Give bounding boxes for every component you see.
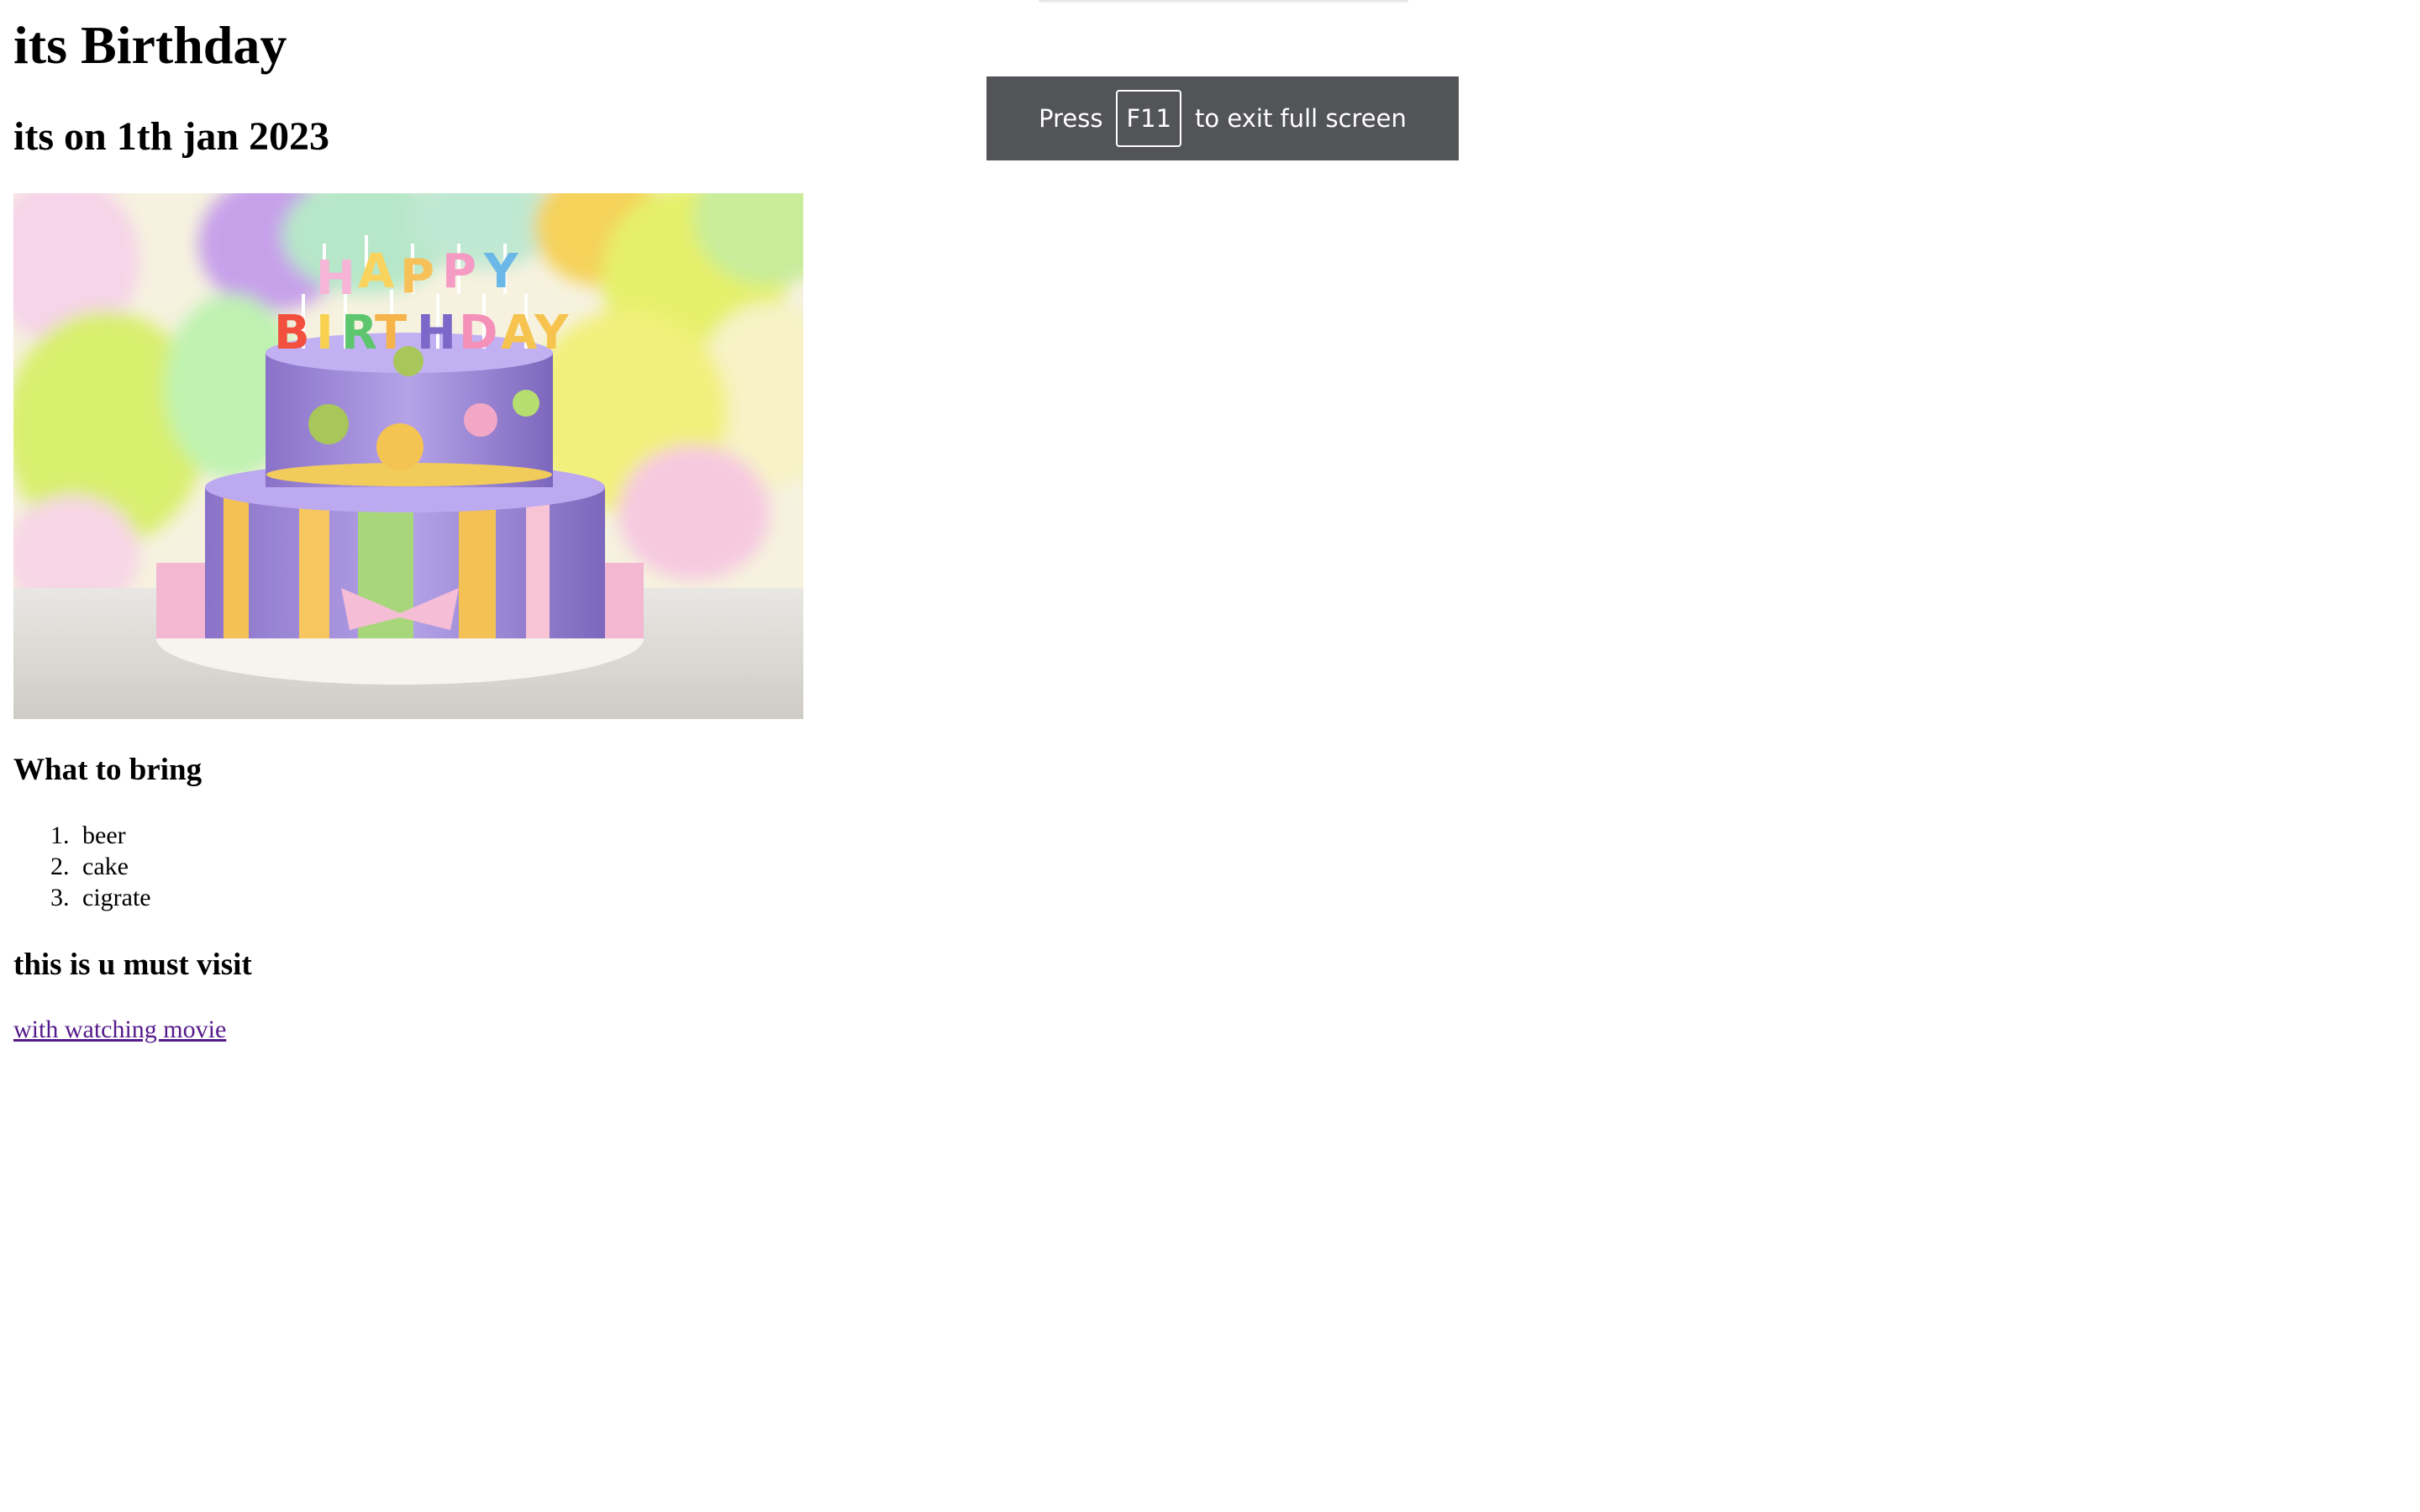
svg-text:Y: Y	[483, 244, 519, 299]
svg-text:A: A	[358, 244, 395, 299]
svg-text:Y: Y	[534, 306, 570, 360]
date-heading: its on 1th jan 2023	[13, 114, 330, 159]
fullscreen-exit-toast: Press F11 to exit full screen	[986, 76, 1459, 160]
fullscreen-bar-shadow	[1039, 0, 1408, 3]
svg-text:P: P	[400, 249, 434, 304]
svg-text:H: H	[417, 306, 456, 360]
visit-heading: this is u must visit	[13, 948, 252, 982]
f11-key-badge: F11	[1116, 90, 1182, 147]
list-item-label: cigrate	[82, 884, 151, 911]
toast-rest-text: to exit full screen	[1195, 104, 1407, 133]
list-item-number: 1.	[50, 822, 70, 849]
page: its Birthday its on 1th jan 2023 H A P P…	[0, 0, 2420, 1512]
list-item: 1. beer	[13, 820, 151, 851]
toast-press-text: Press	[1039, 104, 1103, 133]
bring-list: 1. beer 2. cake 3. cigrate	[13, 820, 151, 913]
svg-text:I: I	[316, 306, 334, 360]
svg-text:R: R	[341, 306, 377, 360]
svg-text:B: B	[274, 306, 310, 360]
list-item-label: beer	[82, 822, 126, 849]
list-item: 3. cigrate	[13, 882, 151, 913]
birthday-cake-image: H A P P Y B I R T H D A Y	[13, 193, 803, 719]
svg-text:A: A	[501, 306, 538, 360]
svg-text:P: P	[442, 244, 476, 299]
list-item: 2. cake	[13, 851, 151, 882]
svg-text:D: D	[459, 306, 497, 360]
page-title: its Birthday	[13, 15, 287, 75]
list-item-number: 2.	[50, 853, 70, 880]
svg-text:T: T	[375, 306, 407, 360]
list-item-label: cake	[82, 853, 129, 880]
svg-text:H: H	[316, 251, 355, 306]
movie-link[interactable]: with watching movie	[13, 1013, 226, 1047]
bring-heading: What to bring	[13, 753, 203, 787]
list-item-number: 3.	[50, 884, 70, 911]
